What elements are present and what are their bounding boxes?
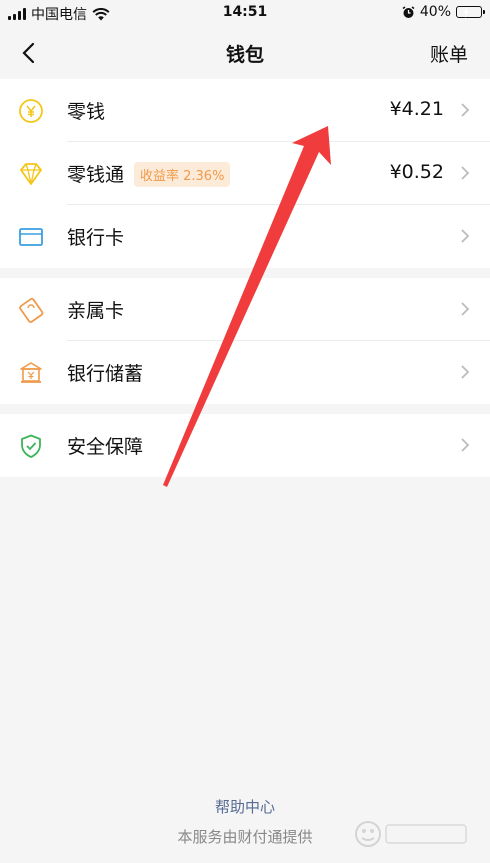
yuan-coin-icon — [19, 99, 43, 123]
chevron-right-icon — [461, 103, 470, 117]
wallet-group-balance: 零钱 ¥4.21 零钱通 收益率 2.36% ¥0.52 银行卡 — [0, 79, 490, 268]
alarm-icon — [402, 5, 415, 18]
row-security[interactable]: 安全保障 — [0, 414, 490, 477]
help-center-link[interactable]: 帮助中心 — [0, 796, 490, 817]
row-label: 安全保障 — [67, 436, 144, 458]
row-label: 银行卡 — [67, 227, 125, 249]
wallet-group-security: 安全保障 — [0, 414, 490, 477]
family-card-icon — [19, 297, 44, 323]
row-label: 银行储蓄 — [67, 363, 144, 385]
row-change[interactable]: 零钱 ¥4.21 — [0, 79, 490, 142]
row-bank-card[interactable]: 银行卡 — [0, 205, 490, 268]
change-amount: ¥4.21 — [389, 98, 444, 120]
row-label: 零钱通 — [67, 164, 125, 186]
row-label: 零钱 — [67, 101, 106, 123]
change-wallet-amount: ¥0.52 — [389, 161, 444, 183]
chevron-right-icon — [461, 365, 470, 379]
chevron-right-icon — [461, 229, 470, 243]
shield-check-icon — [21, 434, 41, 458]
row-label: 亲属卡 — [67, 300, 125, 322]
chevron-right-icon — [461, 166, 470, 180]
page-title: 钱包 — [225, 44, 264, 66]
yield-badge: 收益率 2.36% — [134, 162, 231, 187]
bank-building-icon — [20, 362, 42, 383]
battery-icon — [456, 6, 485, 18]
status-bar: 中国电信 14:51 40% — [0, 0, 490, 26]
row-family-card[interactable]: 亲属卡 — [0, 278, 490, 341]
status-right: 40% — [402, 4, 485, 20]
row-bank-savings[interactable]: 银行储蓄 — [0, 341, 490, 404]
row-change-wallet[interactable]: 零钱通 收益率 2.36% ¥0.52 — [0, 142, 490, 205]
diamond-icon — [20, 163, 42, 185]
chevron-right-icon — [461, 302, 470, 316]
bill-button[interactable]: 账单 — [430, 40, 468, 67]
bank-card-icon — [19, 228, 43, 246]
chevron-right-icon — [461, 438, 470, 452]
nav-bar: 钱包 账单 — [0, 26, 490, 78]
baidu-watermark-logo — [355, 821, 467, 847]
battery-percent: 40% — [419, 4, 451, 20]
wallet-group-family: 亲属卡 银行储蓄 — [0, 278, 490, 404]
